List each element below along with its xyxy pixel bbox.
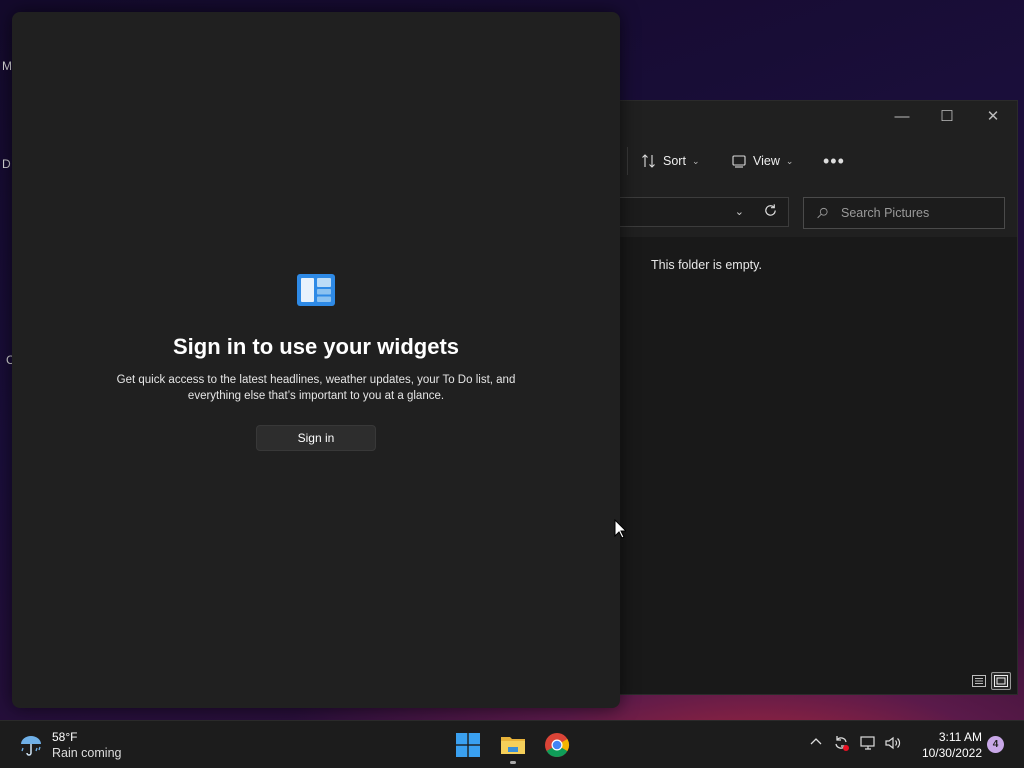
search-icon <box>817 207 828 219</box>
refresh-icon[interactable] <box>763 203 778 218</box>
title-bar[interactable]: — ☐ ✕ <box>601 101 1017 133</box>
view-button[interactable]: View ⌄ <box>731 149 793 173</box>
file-explorer-window: — ☐ ✕ Sort ⌄ View ⌄ ••• ⌄ Search Picture… <box>600 100 1018 695</box>
large-icons-view-icon <box>994 675 1008 687</box>
address-bar-row: ⌄ <box>601 189 1017 237</box>
file-explorer-taskbar-button[interactable] <box>497 729 529 761</box>
chevron-down-icon: ⌄ <box>785 155 794 166</box>
widgets-logo-icon <box>297 274 335 306</box>
address-bar[interactable]: ⌄ <box>601 197 789 227</box>
sort-button[interactable]: Sort ⌄ <box>641 149 699 173</box>
weather-condition: Rain coming <box>52 746 122 760</box>
chevron-down-icon: ⌄ <box>691 155 700 166</box>
search-input[interactable] <box>839 205 1004 221</box>
details-view-icon <box>972 675 986 687</box>
sync-icon[interactable] <box>832 734 850 755</box>
mouse-cursor-icon <box>614 519 626 539</box>
toolbar-divider <box>627 147 628 175</box>
widgets-description: Get quick access to the latest headlines… <box>116 374 516 402</box>
folder-icon <box>501 737 525 754</box>
details-view-button[interactable] <box>969 672 989 690</box>
widgets-heading: Sign in to use your widgets <box>172 334 460 359</box>
large-icons-view-button[interactable] <box>991 672 1011 690</box>
weather-widget[interactable]: 58°F Rain coming <box>18 730 121 760</box>
chevron-up-icon[interactable] <box>809 734 823 751</box>
windows-logo-icon <box>456 733 480 757</box>
system-clock[interactable]: 3:11 AM 10/30/2022 <box>912 729 982 761</box>
sign-in-button[interactable]: Sign in <box>256 425 376 451</box>
start-button[interactable] <box>452 729 484 761</box>
notification-badge[interactable]: 4 <box>987 736 1004 753</box>
rain-umbrella-icon <box>21 736 41 756</box>
view-label: View <box>753 154 780 168</box>
view-icon <box>732 155 746 168</box>
running-app-indicator <box>510 761 516 764</box>
volume-icon[interactable] <box>884 734 902 755</box>
clock-date: 10/30/2022 <box>921 746 982 760</box>
minimize-button[interactable]: — <box>887 107 917 127</box>
command-bar: Sort ⌄ View ⌄ ••• <box>601 133 1017 190</box>
sort-icon <box>642 154 655 168</box>
sort-label: Sort <box>663 154 686 168</box>
clock-time: 3:11 AM <box>938 730 982 744</box>
status-bar <box>601 670 1017 694</box>
folder-content-area[interactable]: This folder is empty. <box>601 237 1017 677</box>
maximize-button[interactable]: ☐ <box>932 107 962 127</box>
chevron-down-icon[interactable]: ⌄ <box>735 205 744 218</box>
widgets-panel: Sign in to use your widgets Get quick ac… <box>12 12 620 708</box>
desktop-icon-label[interactable]: M <box>2 59 12 73</box>
close-button[interactable]: ✕ <box>978 107 1008 127</box>
desktop-icon-label[interactable]: D <box>2 157 11 171</box>
search-box[interactable] <box>803 197 1005 229</box>
taskbar: 58°F Rain coming 3:11 AM 10/30/2022 4 <box>0 720 1024 768</box>
weather-temperature: 58°F <box>52 730 78 744</box>
more-options-button[interactable]: ••• <box>823 151 845 172</box>
chrome-taskbar-button[interactable] <box>541 729 573 761</box>
chrome-icon <box>545 733 570 757</box>
empty-folder-message: This folder is empty. <box>651 258 762 272</box>
network-icon[interactable] <box>859 734 877 755</box>
